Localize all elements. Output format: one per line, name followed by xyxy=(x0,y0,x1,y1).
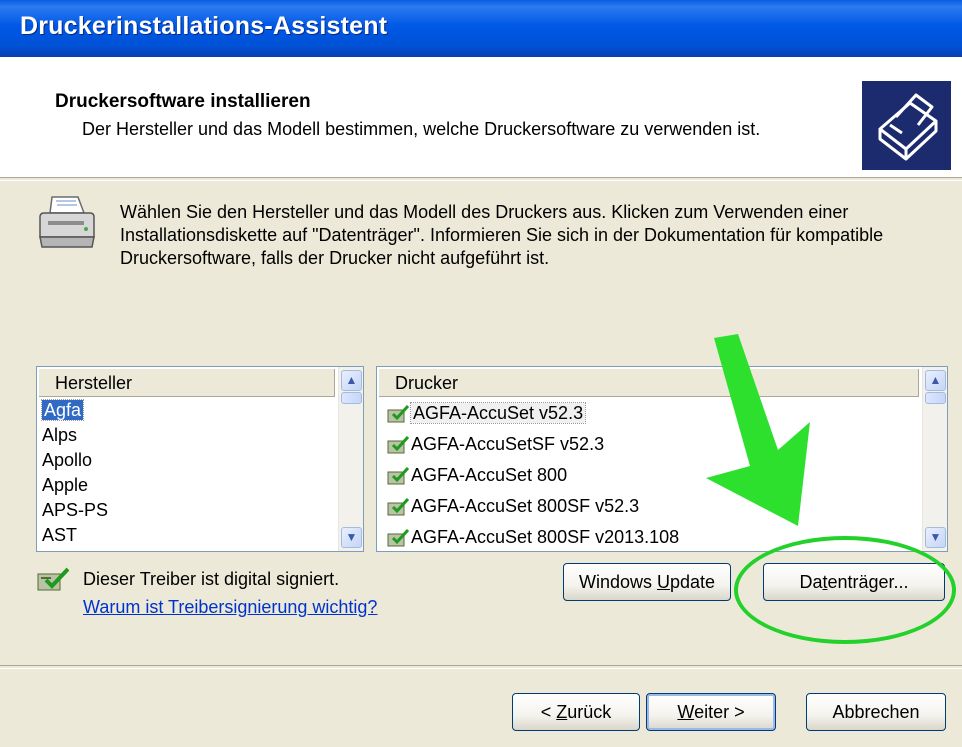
scroll-down-icon[interactable]: ▼ xyxy=(925,527,946,548)
printer-setup-icon xyxy=(862,81,951,170)
manufacturer-item[interactable]: Alps xyxy=(39,423,335,448)
signed-driver-icon xyxy=(387,498,409,516)
printer-listbox[interactable]: Drucker AGFA-AccuSet v52.3 AGFA-AccuSetS… xyxy=(376,366,948,552)
next-button[interactable]: Weiter > xyxy=(646,693,776,731)
printer-list: AGFA-AccuSet v52.3 AGFA-AccuSetSF v52.3 … xyxy=(379,398,919,549)
manufacturer-column-header[interactable]: Hersteller xyxy=(39,369,335,397)
manufacturer-item[interactable]: AST xyxy=(39,523,335,548)
manufacturer-list: Agfa Alps Apollo Apple APS-PS AST xyxy=(39,398,335,549)
manufacturer-item[interactable]: APS-PS xyxy=(39,498,335,523)
digital-signature-icon xyxy=(37,566,70,592)
manufacturer-item[interactable]: Apollo xyxy=(39,448,335,473)
signed-driver-text: Dieser Treiber ist digital signiert. xyxy=(83,569,340,589)
printer-item[interactable]: AGFA-AccuSet 800SF v52.3 xyxy=(379,491,919,522)
signed-driver-icon xyxy=(387,436,409,454)
signed-driver-icon xyxy=(387,529,409,547)
driver-signing-help-link[interactable]: Warum ist Treibersignierung wichtig? xyxy=(83,597,377,618)
signed-driver-icon xyxy=(387,405,409,423)
annotation-circle xyxy=(734,536,956,644)
wizard-header: Druckersoftware installieren Der Herstel… xyxy=(0,57,962,177)
back-button[interactable]: < Zurück xyxy=(512,693,640,731)
printer-item[interactable]: AGFA-AccuSet 800 xyxy=(379,460,919,491)
printer-column-header[interactable]: Drucker xyxy=(379,369,919,397)
printer-icon xyxy=(34,191,100,257)
printer-item[interactable]: AGFA-AccuSet v52.3 xyxy=(379,398,919,429)
manufacturer-item[interactable]: Apple xyxy=(39,473,335,498)
windows-update-button[interactable]: Windows Update xyxy=(563,563,731,601)
cancel-button[interactable]: Abbrechen xyxy=(806,693,946,731)
scroll-thumb[interactable] xyxy=(341,392,362,404)
annotation-arrow-icon xyxy=(680,330,820,530)
manufacturer-item[interactable]: Agfa xyxy=(39,398,335,423)
scroll-up-icon[interactable]: ▲ xyxy=(341,370,362,391)
scroll-up-icon[interactable]: ▲ xyxy=(925,370,946,391)
scroll-thumb[interactable] xyxy=(925,392,946,404)
header-title: Druckersoftware installieren xyxy=(55,91,311,112)
printer-item[interactable]: AGFA-AccuSetSF v52.3 xyxy=(379,429,919,460)
header-separator xyxy=(0,177,962,181)
window-title: Druckerinstallations-Assistent xyxy=(20,12,388,40)
wizard-window: Druckerinstallations-Assistent Druckerso… xyxy=(0,0,962,747)
title-bar[interactable]: Druckerinstallations-Assistent xyxy=(0,0,962,57)
footer-separator xyxy=(0,665,962,669)
signed-driver-icon xyxy=(387,467,409,485)
header-subtitle: Der Hersteller und das Modell bestimmen,… xyxy=(82,119,761,139)
scroll-down-icon[interactable]: ▼ xyxy=(341,527,362,548)
manufacturer-scrollbar[interactable]: ▲ ▼ xyxy=(338,367,363,551)
instructions-text: Wählen Sie den Hersteller und das Modell… xyxy=(120,202,884,268)
manufacturer-listbox[interactable]: Hersteller Agfa Alps Apollo Apple APS-PS… xyxy=(36,366,364,552)
printer-scrollbar[interactable]: ▲ ▼ xyxy=(922,367,947,551)
